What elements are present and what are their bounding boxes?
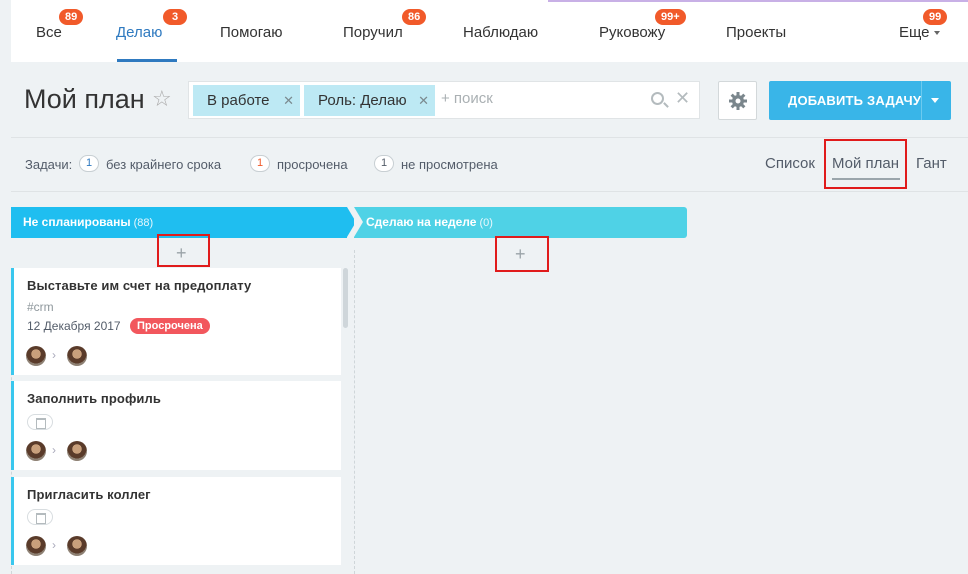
view-tab-my-plan[interactable]: Мой план bbox=[832, 155, 899, 172]
nav-badge-more: 99 bbox=[923, 9, 948, 25]
chevron-down-icon bbox=[933, 31, 940, 36]
responsible-avatar[interactable] bbox=[67, 441, 87, 461]
clear-icon[interactable]: ✕ bbox=[675, 88, 690, 109]
chevron-right-icon: › bbox=[52, 443, 56, 457]
task-title[interactable]: Заполнить профиль bbox=[27, 391, 161, 406]
chevron-right-icon: › bbox=[52, 348, 56, 362]
nav-tab-managing[interactable]: Руковожу bbox=[599, 24, 665, 41]
view-active-underline bbox=[832, 178, 900, 180]
column-header-unplanned: Не спланированы (88) bbox=[11, 207, 356, 238]
task-card[interactable]: Заполнить профиль › bbox=[11, 381, 341, 470]
nav-tab-doing[interactable]: Делаю bbox=[116, 24, 162, 41]
page-title: Мой план bbox=[24, 84, 145, 114]
search-input[interactable] bbox=[441, 90, 641, 107]
star-icon[interactable]: ☆ bbox=[152, 86, 172, 112]
nav-badge-assigned: 86 bbox=[402, 9, 427, 25]
nav-tab-projects[interactable]: Проекты bbox=[726, 24, 786, 41]
nav-badge-all: 89 bbox=[59, 9, 84, 25]
creator-avatar[interactable] bbox=[26, 536, 46, 556]
close-icon[interactable]: ✕ bbox=[283, 85, 294, 116]
column-border bbox=[354, 250, 355, 574]
column-title: Сделаю на неделе bbox=[366, 215, 477, 229]
column-title: Не спланированы bbox=[23, 215, 131, 229]
column-header-this-week: Сделаю на неделе (0) bbox=[354, 207, 687, 238]
creator-avatar[interactable] bbox=[26, 346, 46, 366]
nav-badge-doing: 3 bbox=[163, 9, 187, 25]
nav-tab-watching[interactable]: Наблюдаю bbox=[463, 24, 538, 41]
filter-chip-status[interactable]: В работе ✕ bbox=[193, 85, 300, 116]
filter-chip-label: В работе bbox=[207, 92, 270, 109]
counter-unviewed-label[interactable]: не просмотрена bbox=[401, 157, 498, 172]
task-title[interactable]: Выставьте им счет на предоплату bbox=[27, 278, 251, 293]
task-title[interactable]: Пригласить коллег bbox=[27, 487, 151, 502]
filter-chip-role[interactable]: Роль: Делаю ✕ bbox=[304, 85, 435, 116]
nav-tab-helping[interactable]: Помогаю bbox=[220, 24, 283, 41]
responsible-avatar[interactable] bbox=[67, 536, 87, 556]
nav-tab-assigned[interactable]: Поручил bbox=[343, 24, 403, 41]
add-task-plus-this-week[interactable]: + bbox=[515, 244, 526, 265]
nav-tab-all[interactable]: Все bbox=[36, 24, 62, 41]
counter-overdue-count[interactable]: 1 bbox=[250, 155, 270, 172]
nav-active-underline bbox=[117, 59, 177, 62]
column-scrollbar[interactable] bbox=[343, 268, 348, 328]
filter-search-box[interactable]: В работе ✕ Роль: Делаю ✕ ✕ bbox=[188, 81, 700, 119]
counters-label: Задачи: bbox=[25, 157, 73, 172]
overdue-badge: Просрочена bbox=[130, 318, 210, 334]
task-tag[interactable]: #crm bbox=[27, 300, 54, 314]
calendar-icon[interactable] bbox=[27, 414, 53, 430]
counter-overdue-label[interactable]: просрочена bbox=[277, 157, 348, 172]
counter-unviewed-count[interactable]: 1 bbox=[374, 155, 394, 172]
nav-badge-managing: 99+ bbox=[655, 9, 686, 25]
add-task-button[interactable]: ДОБАВИТЬ ЗАДАЧУ bbox=[769, 81, 951, 120]
calendar-icon[interactable] bbox=[27, 509, 53, 525]
top-nav: Все 89 Делаю 3 Помогаю Поручил 86 Наблюд… bbox=[11, 0, 968, 62]
gear-icon bbox=[729, 92, 747, 110]
task-card[interactable]: Пригласить коллег › bbox=[11, 477, 341, 565]
creator-avatar[interactable] bbox=[26, 441, 46, 461]
divider bbox=[11, 191, 968, 192]
add-task-label: ДОБАВИТЬ ЗАДАЧУ bbox=[788, 93, 922, 108]
counter-no-deadline-count[interactable]: 1 bbox=[79, 155, 99, 172]
view-tab-gantt[interactable]: Гант bbox=[916, 155, 947, 172]
add-task-plus-unplanned[interactable]: + bbox=[176, 243, 187, 264]
settings-button[interactable] bbox=[718, 81, 757, 120]
column-count: (88) bbox=[133, 217, 154, 229]
column-count: (0) bbox=[479, 217, 493, 229]
search-icon[interactable] bbox=[651, 92, 664, 105]
filter-chip-label: Роль: Делаю bbox=[318, 92, 407, 109]
divider bbox=[11, 137, 968, 138]
view-tab-list[interactable]: Список bbox=[765, 155, 815, 172]
top-accent-line bbox=[548, 0, 968, 2]
responsible-avatar[interactable] bbox=[67, 346, 87, 366]
nav-tab-more[interactable]: Еще bbox=[899, 24, 940, 41]
task-deadline: 12 Декабря 2017 bbox=[27, 319, 121, 333]
button-divider bbox=[921, 81, 922, 120]
close-icon[interactable]: ✕ bbox=[418, 85, 429, 116]
task-card[interactable]: Выставьте им счет на предоплату #crm 12 … bbox=[11, 268, 341, 375]
nav-more-label: Еще bbox=[899, 24, 930, 41]
chevron-down-icon[interactable] bbox=[931, 98, 939, 103]
chevron-right-icon: › bbox=[52, 538, 56, 552]
counter-no-deadline-label[interactable]: без крайнего срока bbox=[106, 157, 221, 172]
